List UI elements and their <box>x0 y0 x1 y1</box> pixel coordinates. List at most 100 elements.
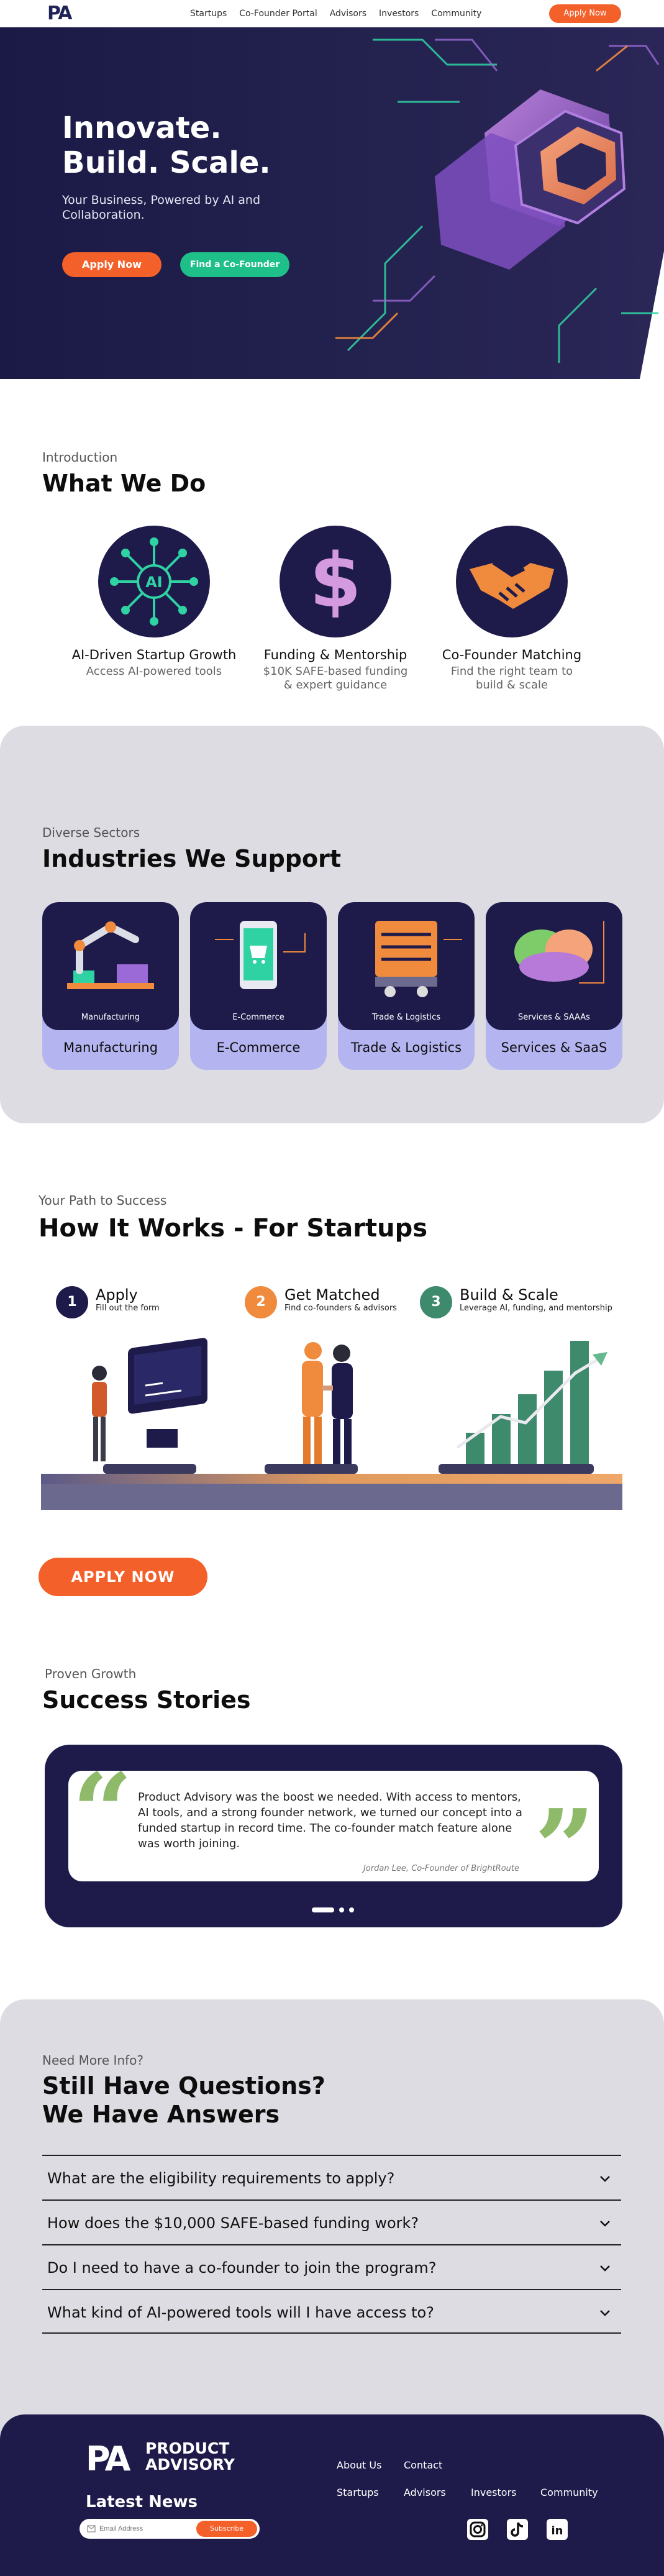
step-subtitle: Find co-founders & advisors <box>284 1304 397 1313</box>
robot-arm-icon: Manufacturing <box>42 902 179 1030</box>
hero-section: Innovate. Build. Scale. Your Business, P… <box>0 27 664 379</box>
logo[interactable]: PA <box>47 2 72 24</box>
newsletter-heading: Latest News <box>86 2493 198 2511</box>
nav-apply-button[interactable]: Apply Now <box>549 4 621 23</box>
chevron-down-icon <box>600 2265 610 2272</box>
testimonial-quote: Product Advisory was the boost we needed… <box>138 1791 522 1850</box>
hero-apply-button[interactable]: Apply Now <box>62 252 161 277</box>
footer-link-community[interactable]: Community <box>540 2487 598 2498</box>
linkedin-icon[interactable]: in <box>545 2518 569 2541</box>
service-cofounder: Co-Founder Matching Find the right team … <box>422 526 602 692</box>
top-nav: PA Startups Co-Founder Portal Advisors I… <box>0 0 664 27</box>
nav-link-cofounder-portal[interactable]: Co-Founder Portal <box>239 9 317 19</box>
newsletter-email-input[interactable] <box>99 2519 199 2539</box>
how-it-works-heading: How It Works - For Startups <box>39 1214 428 1243</box>
carousel-dot-active[interactable] <box>312 1907 334 1912</box>
testimonial-carousel: “ ” Product Advisory was the boost we ne… <box>45 1745 622 1927</box>
faq-question: Do I need to have a co-founder to join t… <box>47 2259 437 2277</box>
industry-label: Services & SaaS <box>501 1040 607 1055</box>
industry-card-ecommerce[interactable]: E-Commerce E-Commerce <box>190 902 327 1070</box>
faq-item[interactable]: Do I need to have a co-founder to join t… <box>42 2244 621 2289</box>
industries-heading: Industries We Support <box>42 845 342 872</box>
industry-card-services-saas[interactable]: Services & SAAAs Services & SaaS <box>486 902 622 1070</box>
tiktok-icon[interactable] <box>506 2518 529 2541</box>
service-ai-growth: AI AI-Driven Startup Growth Access AI-po… <box>64 526 244 678</box>
footer-link-advisors[interactable]: Advisors <box>404 2487 446 2498</box>
mail-icon <box>87 2525 96 2533</box>
step-apply: 1 Apply Fill out the form <box>56 1286 160 1318</box>
service-title: Co-Founder Matching <box>442 647 582 662</box>
close-quote-icon: ” <box>534 1786 595 1911</box>
hero-subtitle: Your Business, Powered by AI and Collabo… <box>62 193 261 222</box>
service-title: Funding & Mentorship <box>263 647 407 662</box>
footer-logo[interactable]: PA <box>86 2439 130 2478</box>
hero-title: Innovate. Build. Scale. <box>62 111 271 180</box>
subscribe-button[interactable]: Subscribe <box>196 2521 257 2537</box>
industry-label: Manufacturing <box>63 1040 158 1055</box>
carousel-dot[interactable] <box>339 1907 344 1912</box>
svg-text:$: $ <box>309 538 362 624</box>
step-subtitle: Fill out the form <box>96 1304 160 1313</box>
ai-network-icon: AI <box>98 526 210 637</box>
industry-label: E-Commerce <box>216 1040 301 1055</box>
how-it-works-illustration <box>41 1338 622 1510</box>
industries-eyebrow: Diverse Sectors <box>42 825 140 840</box>
success-eyebrow: Proven Growth <box>45 1666 137 1681</box>
hero-find-cofounder-button[interactable]: Find a Co-Founder <box>180 252 289 277</box>
nav-link-advisors[interactable]: Advisors <box>330 9 366 19</box>
service-desc: Access AI-powered tools <box>86 665 222 678</box>
footer-link-about[interactable]: About Us <box>337 2459 381 2471</box>
industry-card-manufacturing[interactable]: Manufacturing Manufacturing <box>42 902 179 1070</box>
nav-link-startups[interactable]: Startups <box>190 9 227 19</box>
faq-item[interactable]: What are the eligibility requirements to… <box>42 2155 621 2199</box>
step-number: 1 <box>56 1286 88 1318</box>
faq-item[interactable]: What kind of AI-powered tools will I hav… <box>42 2289 621 2334</box>
faq-eyebrow: Need More Info? <box>42 2053 144 2068</box>
footer-brand-name: PRODUCT ADVISORY <box>145 2439 235 2473</box>
industry-card-trade-logistics[interactable]: Trade & Logistics Trade & Logistics <box>338 902 475 1070</box>
footer-link-contact[interactable]: Contact <box>404 2459 442 2471</box>
chevron-down-icon <box>600 2310 610 2316</box>
industry-inner-label: Services & SAAAs <box>518 1013 590 1022</box>
step-title: Get Matched <box>284 1286 380 1304</box>
svg-text:in: in <box>552 2524 563 2537</box>
open-quote-icon: “ <box>72 1750 133 1875</box>
faq-heading: Still Have Questions? We Have Answers <box>42 2072 325 2128</box>
footer-link-investors[interactable]: Investors <box>471 2487 516 2498</box>
step-number: 2 <box>245 1286 277 1318</box>
carousel-dot[interactable] <box>349 1907 354 1912</box>
faq-question: How does the $10,000 SAFE-based funding … <box>47 2214 419 2232</box>
handshake-icon <box>456 526 568 637</box>
service-desc: $10K SAFE-based funding & expert guidanc… <box>263 665 408 692</box>
phone-cart-icon: E-Commerce <box>190 902 327 1030</box>
nav-links: Startups Co-Founder Portal Advisors Inve… <box>190 9 481 19</box>
success-heading: Success Stories <box>42 1686 251 1714</box>
faq-question: What are the eligibility requirements to… <box>47 2170 395 2187</box>
industry-label: Trade & Logistics <box>350 1040 462 1055</box>
testimonial-author: Jordan Lee, Co-Founder of BrightRoute <box>363 1864 519 1873</box>
faq-item[interactable]: How does the $10,000 SAFE-based funding … <box>42 2199 621 2244</box>
svg-text:AI: AI <box>145 573 163 591</box>
how-it-works-eyebrow: Your Path to Success <box>39 1193 167 1208</box>
footer: PA PRODUCT ADVISORY Latest News Subscrib… <box>0 2414 664 2576</box>
nav-link-community[interactable]: Community <box>431 9 481 19</box>
testimonial-card: “ ” Product Advisory was the boost we ne… <box>68 1760 599 1901</box>
service-desc: Find the right team to build & scale <box>450 665 573 692</box>
truck-icon: Trade & Logistics <box>338 902 475 1030</box>
industries-section: Diverse Sectors Industries We Support Ma… <box>0 726 664 1123</box>
service-funding: $ Funding & Mentorship $10K SAFE-based f… <box>245 526 425 692</box>
dollar-icon: $ <box>280 526 391 637</box>
step-number: 3 <box>420 1286 452 1318</box>
nav-link-investors[interactable]: Investors <box>379 9 419 19</box>
step-get-matched: 2 Get Matched Find co-founders & advisor… <box>245 1286 397 1318</box>
instagram-icon[interactable] <box>466 2518 489 2541</box>
newsletter-form: Subscribe <box>80 2519 260 2539</box>
step-subtitle: Leverage AI, funding, and mentorship <box>460 1304 612 1313</box>
step-build-scale: 3 Build & Scale Leverage AI, funding, an… <box>420 1286 612 1318</box>
chevron-down-icon <box>600 2176 610 2182</box>
apply-now-cta-button[interactable]: APPLY NOW <box>39 1558 207 1596</box>
industry-inner-label: E-Commerce <box>232 1013 284 1022</box>
step-title: Apply <box>96 1286 138 1304</box>
footer-link-startups[interactable]: Startups <box>337 2487 379 2498</box>
service-title: AI-Driven Startup Growth <box>71 647 237 662</box>
